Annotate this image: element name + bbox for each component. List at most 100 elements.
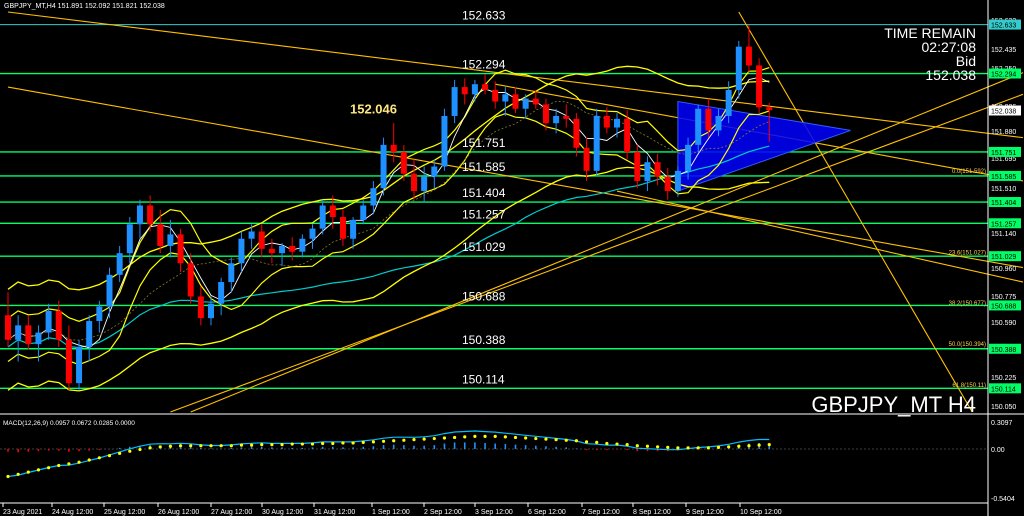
price-tick-label: 150.050	[991, 404, 1016, 411]
bear-candle	[461, 87, 468, 95]
fib-label: 61.8(150.11)	[952, 383, 986, 389]
chart-background	[0, 0, 1024, 516]
macd-signal-dot	[168, 444, 172, 448]
bull-candle	[35, 332, 42, 345]
bull-candle	[228, 263, 235, 283]
price-axis-box-label: 152.038	[991, 108, 1016, 115]
macd-signal-dot	[290, 442, 294, 446]
macd-signal-dot	[270, 443, 274, 447]
price-axis-box-label: 151.257	[991, 221, 1016, 228]
macd-signal-dot	[686, 446, 690, 450]
bull-candle	[208, 303, 214, 319]
macd-signal-dot	[77, 460, 81, 464]
macd-signal-dot	[310, 442, 315, 446]
macd-signal-dot	[696, 446, 700, 450]
price-axis-box-label: 150.688	[991, 303, 1016, 310]
macd-signal-dot	[442, 436, 447, 440]
level-label: 152.633	[462, 9, 506, 23]
macd-signal-dot	[757, 443, 761, 447]
macd-signal-dot	[250, 443, 254, 447]
time-label: 24 Aug 12:00	[52, 509, 93, 516]
macd-signal-dot	[16, 472, 20, 476]
chart-canvas: 152.633 152.294 151.751 151.585 151.404 151.2…	[0, 0, 1024, 516]
bear-candle	[268, 248, 275, 254]
macd-signal-dot	[36, 468, 41, 472]
level-label: 150.114	[462, 372, 505, 386]
macd-signal-dot	[422, 437, 426, 441]
macd-signal-dot	[513, 435, 518, 440]
bear-candle	[664, 176, 671, 192]
time-label: 25 Aug 12:00	[104, 509, 145, 516]
time-label: 1 Sep 12:00	[372, 509, 410, 516]
macd-signal-dot	[6, 474, 10, 479]
bear-candle	[532, 98, 539, 105]
bull-candle	[136, 205, 143, 225]
bull-candle	[319, 205, 326, 229]
level-label: 151.029	[462, 240, 506, 254]
level-label: 152.294	[462, 58, 506, 72]
macd-signal-dot	[148, 446, 152, 450]
macd-signal-dot	[199, 444, 203, 448]
bear-candle	[756, 65, 763, 108]
fib-label: 0.0(151.592)	[952, 169, 986, 175]
macd-signal-dot	[615, 442, 619, 446]
macd-signal-dot	[625, 443, 629, 447]
bear-candle	[258, 231, 265, 249]
bull-candle	[238, 238, 245, 264]
bear-candle	[492, 89, 499, 102]
price-tick-label: 150.225	[991, 375, 1016, 382]
price-axis-box-label: 151.029	[991, 254, 1016, 261]
price-tick-label: 150.960	[991, 266, 1016, 273]
bull-candle	[441, 115, 448, 167]
price-tick-label: 150.590	[991, 320, 1016, 327]
macd-signal-dot	[534, 436, 538, 441]
macd-signal-dot	[87, 458, 91, 462]
macd-signal-dot	[453, 435, 457, 440]
bear-candle	[25, 325, 32, 345]
macd-signal-dot	[57, 463, 61, 468]
time-label: 23 Aug 2021	[3, 509, 42, 516]
bull-candle	[421, 176, 428, 192]
bear-candle	[603, 115, 610, 128]
fib-label: 38.2(150.677)	[949, 301, 986, 307]
macd-label: MACD(12,26,9) 0.0957 0.0672 0.0285 0.000…	[3, 420, 135, 427]
price-axis-box-label: 150.114	[991, 386, 1016, 393]
macd-signal-dot	[595, 440, 599, 444]
macd-signal-dot	[564, 438, 568, 442]
bull-candle	[725, 89, 732, 116]
bear-candle	[157, 224, 164, 246]
bear-candle	[289, 245, 296, 252]
bear-candle	[197, 296, 204, 319]
bear-candle	[400, 152, 407, 174]
bull-candle	[502, 94, 509, 102]
price-axis-box-label: 151.585	[991, 174, 1016, 181]
macd-signal-dot	[656, 445, 660, 449]
price-axis-box-label: 150.388	[991, 347, 1016, 354]
bull-candle	[126, 224, 133, 254]
macd-signal-dot	[432, 436, 436, 441]
macd-signal-dot	[554, 438, 558, 442]
bull-candle	[451, 87, 458, 116]
bull-candle	[522, 98, 529, 109]
macd-signal-dot	[503, 435, 507, 439]
bull-candle	[431, 166, 438, 177]
level-label: 151.585	[462, 160, 506, 174]
macd-signal-dot	[138, 447, 142, 452]
price-tick-label: 151.510	[991, 186, 1016, 193]
bear-candle	[634, 152, 641, 181]
bear-candle	[482, 84, 489, 90]
bid-value: 152.038	[925, 67, 976, 83]
time-label: 7 Sep 12:00	[582, 509, 620, 516]
bear-candle	[5, 315, 11, 340]
bear-candle	[654, 162, 661, 177]
macd-signal-dot	[544, 437, 548, 441]
time-label: 8 Sep 12:00	[633, 509, 671, 516]
fib-label: 50.0(150.394)	[949, 342, 986, 348]
bear-candle	[177, 234, 184, 264]
level-label: 150.688	[462, 289, 506, 303]
macd-signal-dot	[260, 443, 264, 447]
macd-signal-dot	[300, 442, 304, 446]
bull-candle	[380, 144, 387, 189]
time-label: 2 Sep 12:00	[424, 509, 462, 516]
macd-signal-dot	[26, 470, 30, 474]
